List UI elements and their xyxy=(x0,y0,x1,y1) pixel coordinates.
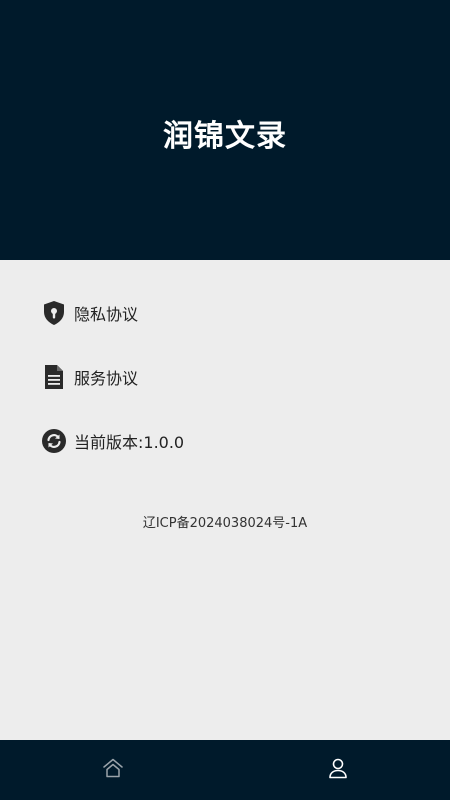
app-header: 润锦文录 xyxy=(0,0,450,260)
tab-home[interactable] xyxy=(0,740,225,800)
privacy-agreement-item[interactable]: 隐私协议 xyxy=(40,298,138,328)
app-title: 润锦文录 xyxy=(163,118,287,154)
home-icon xyxy=(102,757,124,783)
shield-keyhole-icon xyxy=(40,299,68,327)
service-agreement-item[interactable]: 服务协议 xyxy=(40,362,138,392)
refresh-icon xyxy=(40,427,68,455)
service-agreement-label: 服务协议 xyxy=(74,369,139,388)
document-icon xyxy=(40,363,68,391)
bottom-tab-bar xyxy=(0,740,450,800)
privacy-agreement-label: 隐私协议 xyxy=(74,305,139,324)
version-label: 当前版本:1.0.0 xyxy=(74,433,185,452)
tab-profile[interactable] xyxy=(225,740,450,800)
profile-page: 润锦文录 隐私协议 服务协议 当前版本:1.0.0 辽ICP备202403802… xyxy=(0,0,450,800)
version-item[interactable]: 当前版本:1.0.0 xyxy=(40,426,184,456)
user-icon xyxy=(327,757,349,783)
icp-record-link[interactable]: 辽ICP备2024038024号-1A xyxy=(0,512,450,531)
